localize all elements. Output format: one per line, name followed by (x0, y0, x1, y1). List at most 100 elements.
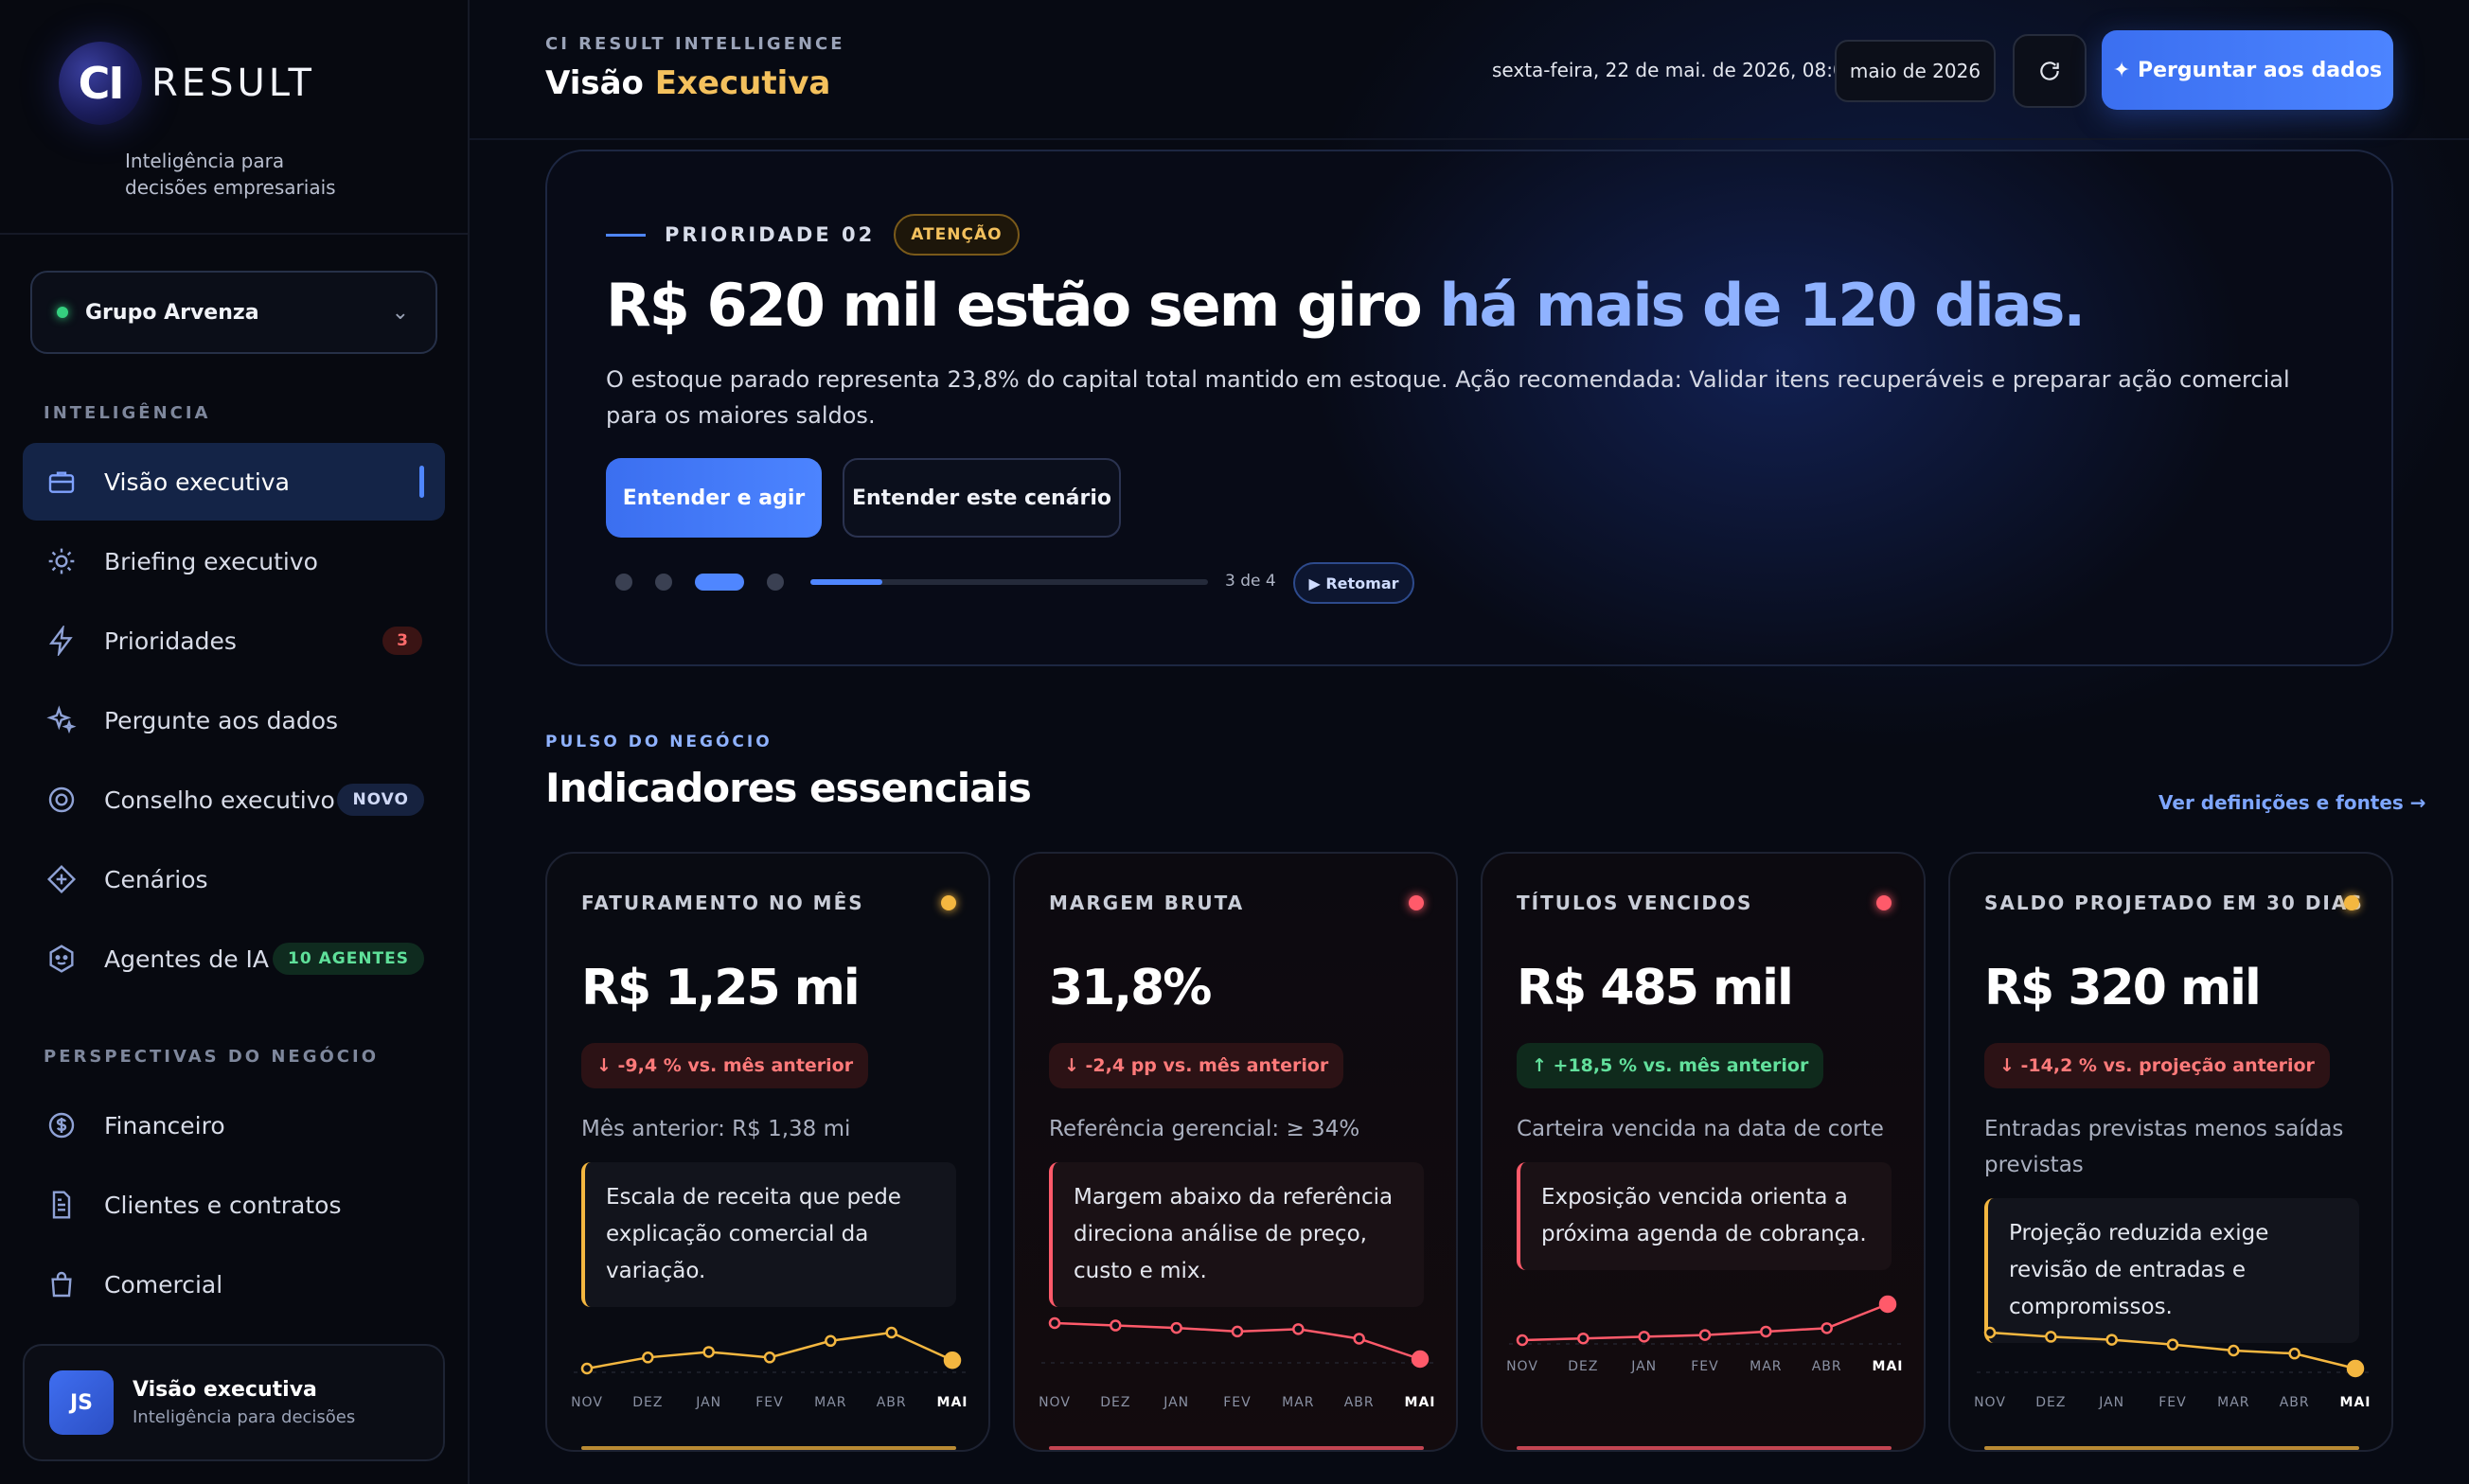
month-label: ABR (1343, 1395, 1375, 1410)
sidebar-item-comercial[interactable]: Comercial (23, 1246, 445, 1323)
refresh-button[interactable] (2013, 34, 2087, 108)
month-label: NOV (1974, 1395, 2006, 1410)
kpi-insight-note: Projeção reduzida exige revisão de entra… (1984, 1198, 2359, 1343)
sparkline-point (1983, 1326, 1997, 1339)
month-label: DEZ (632, 1395, 664, 1410)
document-icon (45, 1189, 78, 1221)
kpi-sparkline (1509, 1295, 1901, 1347)
header-kicker: CI RESULT INTELLIGENCE (545, 34, 845, 54)
sparkline-point (2228, 1344, 2240, 1357)
profile-card[interactable]: JS Visão executiva Inteligência para dec… (23, 1344, 445, 1461)
kpi-insight-note: Escala de receita que pede explicação co… (581, 1162, 956, 1307)
carousel-progress (810, 579, 1208, 585)
target-icon (45, 784, 78, 816)
sparkline-point (1516, 1334, 1529, 1347)
sidebar-item-briefing[interactable]: Briefing executivo (23, 522, 445, 600)
top-bar: CI RESULT INTELLIGENCE Visão Executiva s… (470, 0, 2469, 140)
company-selector[interactable]: Grupo Arvenza ⌄ (30, 271, 437, 354)
definitions-link[interactable]: Ver definições e fontes → (2158, 791, 2426, 814)
sparkline-point (943, 1351, 962, 1369)
month-label: NOV (571, 1395, 603, 1410)
page-title: Visão Executiva (545, 64, 830, 102)
sparkline-point (2288, 1347, 2300, 1360)
brand-mark: CI (59, 42, 142, 125)
kpi-subtitle: Entradas previstas menos saídas prevista… (1984, 1117, 2344, 1177)
avatar: JS (49, 1370, 114, 1435)
brand-tagline: Inteligência para decisões empresariais (125, 150, 336, 199)
kpi-card-saldo[interactable]: SALDO PROJETADO EM 30 DIAS R$ 320 mil ↓ -1… (1948, 852, 2393, 1452)
status-dot (57, 307, 68, 318)
brand-logo[interactable]: CI RESULT (59, 42, 315, 125)
sidebar-item-pergunte[interactable]: Pergunte aos dados (23, 681, 445, 759)
section-label-intelligence: INTELIGÊNCIA (44, 403, 211, 423)
kpi-sparkline (1041, 1316, 1433, 1369)
profile-title: Visão executiva (133, 1378, 317, 1402)
kpi-card-titulos[interactable]: TÍTULOS VENCIDOS R$ 485 mil ↑ +18,5 % vs. … (1481, 852, 1926, 1452)
kpi-card-margem[interactable]: MARGEM BRUTA 31,8% ↓ -2,4 pp vs. mês anter… (1013, 852, 1458, 1452)
month-label: JAN (1163, 1395, 1190, 1410)
sidebar-item-label: Financeiro (104, 1111, 225, 1140)
carousel-dot[interactable] (695, 574, 744, 591)
sidebar-item-agentes[interactable]: Agentes de IA 10 AGENTES (23, 920, 445, 998)
sparkline-point (1698, 1329, 1712, 1341)
resume-button[interactable]: ▶ Retomar (1293, 562, 1414, 604)
month-label: ABR (876, 1395, 907, 1410)
sparkline-months: NOV DEZ JAN FEV MAR ABR MAI (1506, 1359, 1904, 1378)
sparkline-point (1231, 1325, 1244, 1338)
month-label: JAN (2099, 1395, 2125, 1410)
carousel-dot[interactable] (615, 574, 632, 591)
priority-accent-line (606, 233, 646, 237)
diamond-icon (45, 863, 78, 895)
sparkline-point (1821, 1322, 1833, 1334)
bolt-icon (45, 625, 78, 657)
sparkline-point (2346, 1359, 2365, 1378)
kpi-value: R$ 1,25 mi (581, 960, 861, 1016)
month-label: MAI (1404, 1395, 1436, 1410)
sidebar-item-label: Clientes e contratos (104, 1191, 342, 1219)
sparkline-point (1170, 1321, 1182, 1334)
dollar-icon (45, 1109, 78, 1141)
sidebar-item-label: Briefing executivo (104, 547, 318, 575)
kpi-card-faturamento[interactable]: FATURAMENTO NO MÊS R$ 1,25 mi ↓ -9,4 % vs.… (545, 852, 990, 1452)
kpi-delta-badge: ↓ -14,2 % vs. projeção anterior (1984, 1043, 2330, 1088)
carousel-dot[interactable] (767, 574, 784, 591)
sidebar-item-conselho[interactable]: Conselho executivo NOVO (23, 761, 445, 839)
carousel-dots (615, 574, 807, 591)
kpi-accent-bar (1984, 1446, 2359, 1450)
section-kicker: PULSO DO NEGÓCIO (545, 733, 773, 751)
understand-scenario-button[interactable]: Entender este cenário (843, 458, 1121, 538)
kpi-subtitle: Carteira vencida na data de corte (1517, 1117, 1884, 1141)
carousel-dot[interactable] (655, 574, 672, 591)
sidebar-item-prioridades[interactable]: Prioridades 3 (23, 602, 445, 680)
ask-data-button[interactable]: ✦ Perguntar aos dados (2102, 30, 2393, 110)
sidebar-item-cenarios[interactable]: Cenários (23, 840, 445, 918)
month-label: MAR (1282, 1395, 1315, 1410)
company-name: Grupo Arvenza (85, 300, 259, 325)
sidebar-item-clientes[interactable]: Clientes e contratos (23, 1166, 445, 1244)
sparkline-point (642, 1352, 654, 1364)
priority-hero-card: PRIORIDADE 02 ATENÇÃO R$ 620 mil estão s… (545, 150, 2393, 666)
sidebar-item-label: Conselho executivo (104, 786, 335, 814)
month-label: ABR (1811, 1359, 1842, 1374)
attention-badge: ATENÇÃO (894, 214, 1020, 256)
kpi-delta-badge: ↑ +18,5 % vs. mês anterior (1517, 1043, 1824, 1088)
month-label: JAN (696, 1395, 722, 1410)
sidebar-item-label: Comercial (104, 1270, 223, 1298)
kpi-value: R$ 485 mil (1517, 960, 1794, 1016)
month-label: MAI (1872, 1359, 1904, 1374)
period-selector[interactable]: maio de 2026 (1835, 40, 1996, 102)
kpi-accent-bar (1049, 1446, 1424, 1450)
sparkline-point (580, 1362, 594, 1375)
page-title-a: Visão (545, 64, 655, 102)
sparkline-point (1048, 1316, 1061, 1330)
sidebar-item-label: Cenários (104, 865, 208, 893)
briefcase-icon (45, 466, 78, 498)
sidebar-item-visao-executiva[interactable]: Visão executiva (23, 443, 445, 521)
kpi-title: MARGEM BRUTA (1049, 892, 1245, 914)
kpi-status-dot (2344, 895, 2359, 910)
kpi-value: R$ 320 mil (1984, 960, 2262, 1016)
agents-badge: 10 AGENTES (273, 943, 424, 975)
month-label: FEV (2158, 1395, 2187, 1410)
sidebar-item-financeiro[interactable]: Financeiro (23, 1086, 445, 1164)
understand-act-button[interactable]: Entender e agir (606, 458, 822, 538)
